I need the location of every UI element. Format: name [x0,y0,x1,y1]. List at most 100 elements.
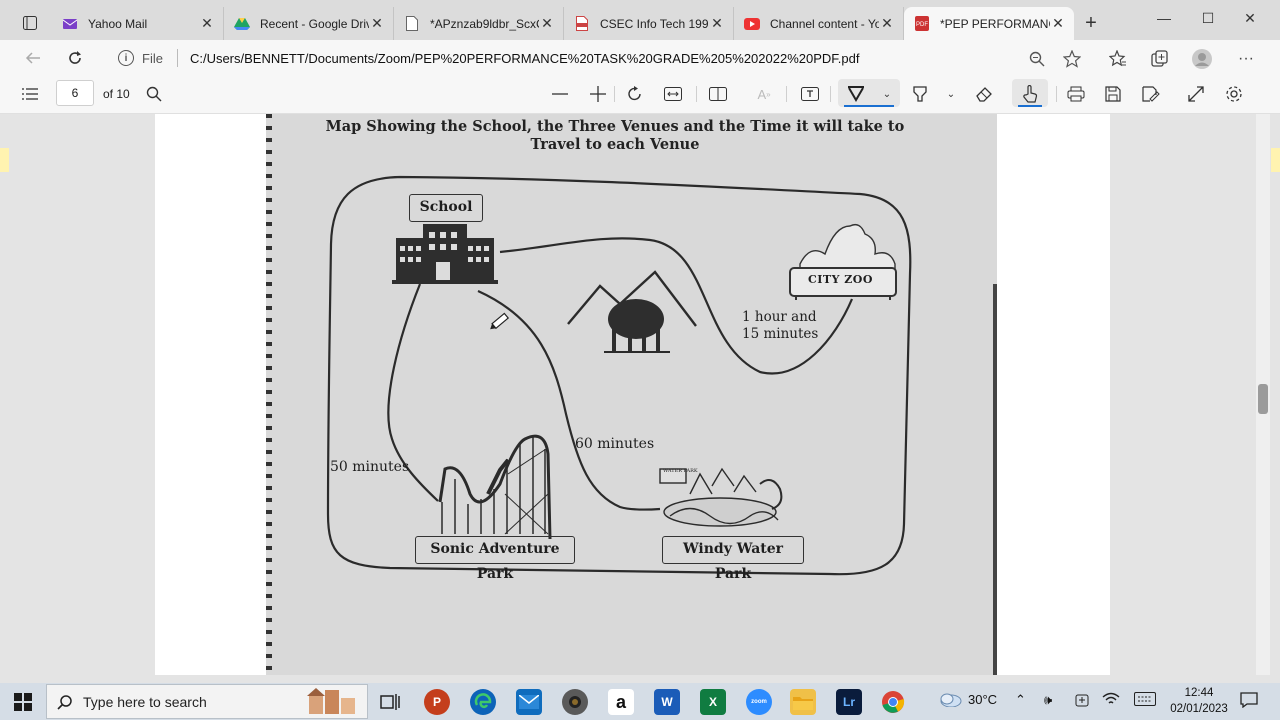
pen-cursor-icon [490,312,510,330]
tab-title: Recent - Google Drive [260,16,369,31]
draw-pen-icon[interactable] [846,84,866,104]
address-divider [176,49,178,67]
tab-title: Yahoo Mail [88,16,148,31]
save-as-icon[interactable] [1141,84,1161,104]
school-building [392,224,498,284]
pdf-settings-gear-icon[interactable] [1224,84,1244,104]
powerpoint-icon[interactable]: P [424,689,450,715]
zoom-in-icon[interactable] [588,84,608,104]
excel-icon[interactable]: X [700,689,726,715]
close-tab-icon[interactable]: ✕ [199,15,215,32]
scrollbar-thumb[interactable] [1258,384,1268,414]
keyboard-layout-icon[interactable] [1134,692,1156,709]
mail-app-icon[interactable] [516,689,542,715]
close-window-button[interactable]: ✕ [1240,10,1260,27]
page-number-input[interactable]: 6 [56,80,94,106]
tab-youtube[interactable]: Channel content - You ✕ [734,7,904,40]
touch-hand-icon[interactable] [1020,84,1040,104]
amazon-app-icon[interactable]: a [608,689,634,715]
tab-csec-pdf[interactable]: CSEC Info Tech 1993- ✕ [564,7,734,40]
close-tab-icon[interactable]: ✕ [879,15,895,32]
refresh-button[interactable] [64,47,86,69]
chrome-icon[interactable] [880,689,906,715]
road-school-to-zoo [499,237,854,375]
roller-coaster-illustration [438,434,552,540]
yahoo-mail-icon [62,16,78,32]
windows-start-icon[interactable] [10,689,36,715]
system-clock[interactable]: 12:44 02/01/2023 [1168,685,1230,717]
tab-document[interactable]: *APznzab9ldbr_ScxCf ✕ [394,7,564,40]
tab-pep-performance[interactable]: PDF *PEP PERFORMANCE ✕ [904,7,1074,40]
toolbar-divider [786,86,787,102]
camera-app-icon[interactable] [562,689,588,715]
show-hidden-icons-chevron-icon[interactable]: ⌃ [1015,692,1026,708]
back-arrow-icon [25,52,40,64]
new-tab-button[interactable]: + [1080,12,1102,35]
address-bar-row: i File C:/Users/BENNETT/Documents/Zoom/P… [0,40,1280,75]
read-aloud-icon[interactable]: A» [754,84,774,104]
search-icon [57,695,72,710]
word-icon[interactable]: W [654,689,680,715]
pdf-viewer-area[interactable]: Map Showing the School, the Three Venues… [0,114,1280,675]
file-explorer-icon[interactable] [790,689,816,715]
search-highlight-illustration-icon [307,688,355,714]
wifi-icon[interactable] [1102,692,1120,709]
profile-avatar[interactable] [1192,49,1212,69]
draw-options-chevron-icon[interactable]: ⌄ [877,84,897,104]
close-tab-icon[interactable]: ✕ [1050,15,1066,32]
document-icon [404,16,420,32]
weather-temperature[interactable]: 30°C [968,692,997,707]
add-favorite-icon[interactable] [1062,49,1082,69]
maximize-button[interactable]: ☐ [1198,10,1218,27]
highlight-icon[interactable] [910,84,930,104]
rotate-icon[interactable] [625,84,645,104]
address-field[interactable]: i File C:/Users/BENNETT/Documents/Zoom/P… [108,44,1098,72]
search-placeholder: Type here to search [83,693,207,710]
tab-actions-button[interactable] [16,12,44,34]
full-screen-icon[interactable] [1186,84,1206,104]
toolbar-divider [696,86,697,102]
save-icon[interactable] [1103,84,1123,104]
lightroom-icon[interactable]: Lr [836,689,862,715]
sonic-adventure-park-label: Sonic Adventure Park [415,536,575,582]
favorites-icon[interactable] [1108,49,1128,69]
page-view-icon[interactable] [708,84,728,104]
refresh-icon [69,51,81,64]
page-count: of 10 [103,87,130,101]
settings-more-icon[interactable]: ··· [1236,49,1256,69]
zoom-app-icon[interactable]: zoom [746,689,772,715]
edge-browser-icon[interactable] [470,689,496,715]
tab-yahoo-mail[interactable]: Yahoo Mail ✕ [52,7,224,40]
minimize-button[interactable]: — [1154,10,1174,26]
close-tab-icon[interactable]: ✕ [369,15,385,32]
volume-icon[interactable]: 🕪 [1044,692,1052,708]
eraser-icon[interactable] [974,84,994,104]
fit-to-width-icon[interactable] [663,84,683,104]
print-icon[interactable] [1066,84,1086,104]
weather-cloud-icon[interactable] [938,691,962,710]
find-search-icon[interactable] [144,84,164,104]
pdf-icon: PDF [914,16,930,32]
back-button[interactable] [22,47,44,69]
tab-title: Channel content - You [770,16,879,31]
task-view-icon[interactable] [377,689,403,715]
collections-icon[interactable] [1150,49,1170,69]
water-park-sign: WATER PARK [663,468,698,474]
map-illustration [326,175,912,576]
svg-text:PDF: PDF [916,22,928,28]
close-tab-icon[interactable]: ✕ [539,15,555,32]
notifications-icon[interactable] [1240,692,1258,711]
status-strip [0,675,1280,683]
url-text[interactable]: C:/Users/BENNETT/Documents/Zoom/PEP%20PE… [190,51,860,66]
table-of-contents-icon[interactable] [20,84,40,104]
zoom-icon[interactable] [1027,49,1047,69]
highlight-options-chevron-icon[interactable]: ⌄ [941,84,961,104]
zoom-out-icon[interactable] [550,84,570,104]
tab-google-drive[interactable]: Recent - Google Drive ✕ [224,7,394,40]
add-text-icon[interactable] [800,84,820,104]
taskbar-search-box[interactable]: Type here to search [46,684,368,719]
onedrive-sync-icon[interactable] [1074,692,1090,711]
clock-date: 02/01/2023 [1170,703,1228,715]
info-icon[interactable]: i [118,50,134,66]
close-tab-icon[interactable]: ✕ [709,15,725,32]
